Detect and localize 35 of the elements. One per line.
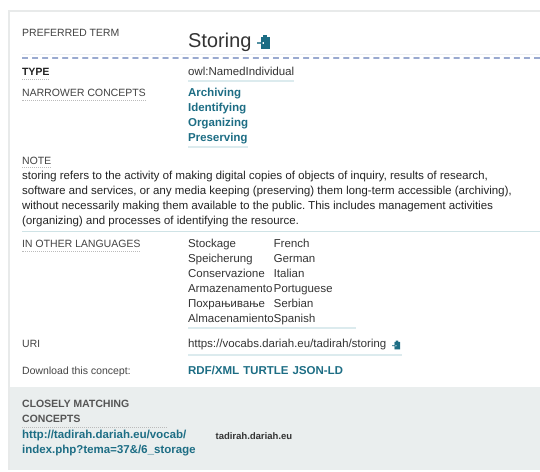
- field-label: PREFERRED TERM: [22, 26, 120, 40]
- uri-value: https://vocabs.dariah.eu/tadirah/storing: [188, 337, 386, 352]
- language-name: German: [274, 252, 316, 267]
- download-link[interactable]: RDF/XML: [188, 364, 240, 379]
- concept-link[interactable]: Archiving: [188, 86, 248, 101]
- language-name: Spanish: [274, 312, 316, 327]
- source-label: tadirah.dariah.eu: [216, 430, 292, 444]
- concept-title: Storing: [188, 30, 252, 53]
- field-value: owl:NamedIndividual: [188, 65, 294, 82]
- section-label: CLOSELY MATCHING CONCEPTS: [22, 397, 167, 428]
- concept-link[interactable]: Preserving: [188, 131, 248, 146]
- field-label: Download this concept:: [22, 364, 131, 378]
- language-name: Portuguese: [274, 282, 332, 297]
- translated-term: Conservazione: [188, 267, 266, 282]
- field-label: URI: [22, 337, 40, 351]
- language-name: Serbian: [274, 297, 314, 312]
- concept-link[interactable]: Identifying: [188, 101, 248, 116]
- language-name: Italian: [274, 267, 306, 282]
- translated-term: Похрањивање: [188, 297, 266, 312]
- match-link[interactable]: http://tadirah.dariah.eu/vocab/: [22, 428, 196, 443]
- field-label: TYPE: [22, 65, 50, 80]
- translated-term: Speicherung: [188, 252, 254, 267]
- concept-link[interactable]: Organizing: [188, 116, 248, 131]
- field-label: NARROWER CONCEPTS: [22, 86, 146, 101]
- language-name: French: [274, 237, 310, 252]
- field-label: IN OTHER LANGUAGES: [22, 237, 140, 252]
- note-text: storing refers to the activity of making digital copies of objects of inquiry, results of research, software and services, or any media keeping (preserving) them long-term accessible (archiving), without necessarily making them available to the public. This includes management activities (organizing) and processes of identifying the resource.: [22, 169, 513, 229]
- match-link[interactable]: index.php?tema=37&/6_storage: [22, 443, 196, 458]
- translated-term: Stockage: [188, 237, 237, 252]
- translated-term: Armazenamento: [188, 282, 274, 297]
- translated-term: Almacenamiento: [188, 312, 274, 327]
- field-label: NOTE: [22, 155, 52, 168]
- clipboard-icon[interactable]: [392, 340, 402, 350]
- download-link[interactable]: JSON-LD: [292, 364, 343, 379]
- download-link[interactable]: TURTLE: [243, 364, 288, 379]
